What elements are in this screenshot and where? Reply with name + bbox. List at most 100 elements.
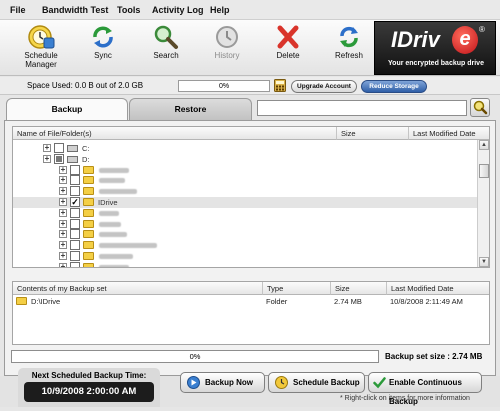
tree-checkbox[interactable] — [54, 153, 64, 164]
sync-icon — [93, 26, 113, 48]
tree-row[interactable]: + — [13, 186, 478, 197]
calculator-icon[interactable] — [274, 79, 286, 92]
tree-checkbox[interactable] — [70, 240, 80, 251]
drive-icon — [67, 155, 78, 163]
space-used-percent: 0% — [218, 83, 230, 90]
scroll-thumb[interactable] — [479, 164, 489, 178]
menu-bar: File Bandwidth Test Tools Activity Log H… — [0, 0, 500, 20]
reduce-storage-button[interactable]: Reduce Storage — [361, 80, 427, 93]
space-used-bar: Space Used: 0.0 B out of 2.0 GB 0% Upgra… — [0, 77, 500, 95]
next-schedule-title: Next Scheduled Backup Time: — [31, 371, 147, 380]
scroll-up-arrow-icon[interactable]: ▲ — [479, 140, 489, 150]
expand-toggle-icon[interactable]: + — [59, 176, 67, 185]
tree-row[interactable]: + C: — [13, 143, 478, 154]
column-header-size[interactable]: Size — [337, 127, 409, 140]
folder-icon — [83, 219, 94, 228]
backup-set-list: Contents of my Backup set Type Size Last… — [12, 281, 490, 345]
expand-toggle-icon[interactable]: + — [59, 252, 67, 260]
checkmark-icon — [373, 377, 386, 389]
schedule-backup-label: Schedule Backup — [293, 378, 360, 387]
tree-scrollbar[interactable]: ▲ ▼ — [477, 140, 489, 267]
tree-row[interactable]: + — [13, 218, 478, 230]
expand-toggle-icon[interactable]: + — [59, 187, 67, 196]
schedule-manager-button[interactable]: Schedule Manager — [13, 24, 69, 74]
backup-set-size: Backup set size : 2.74 MB — [385, 352, 483, 361]
tree-checkbox[interactable] — [70, 229, 80, 240]
clock-icon — [275, 376, 288, 389]
backup-now-button[interactable]: Backup Now — [180, 372, 265, 393]
menu-bandwidth-test[interactable]: Bandwidth Test — [42, 5, 108, 15]
expand-toggle-icon[interactable]: + — [43, 144, 51, 152]
redacted-folder-name — [99, 232, 127, 238]
logo-e-mark: e — [452, 26, 478, 54]
upgrade-account-button[interactable]: Upgrade Account — [291, 80, 357, 93]
tree-row[interactable]: + D: — [13, 153, 478, 165]
tree-row[interactable]: + ✓ IDrive — [13, 197, 478, 208]
tree-checkbox[interactable] — [70, 261, 80, 267]
expand-toggle-icon[interactable]: + — [59, 198, 67, 206]
search-go-button[interactable] — [470, 98, 490, 117]
schedule-backup-button[interactable]: Schedule Backup — [268, 372, 365, 393]
enable-continuous-backup-button[interactable]: Enable Continuous Backup — [368, 372, 482, 406]
search-input[interactable] — [257, 100, 467, 116]
tree-checkbox[interactable] — [70, 218, 80, 229]
delete-button[interactable]: Delete — [260, 24, 316, 74]
tree-row[interactable]: + — [13, 229, 478, 240]
expand-toggle-icon[interactable]: + — [59, 208, 67, 217]
tab-restore[interactable]: Restore — [129, 98, 252, 120]
column-header-modified[interactable]: Last Modified Date — [387, 282, 489, 295]
search-icon — [154, 25, 178, 49]
menu-file[interactable]: File — [10, 5, 26, 15]
scroll-down-arrow-icon[interactable]: ▼ — [479, 257, 489, 267]
column-header-name[interactable]: Name of File/Folder(s) — [13, 127, 337, 140]
expand-toggle-icon[interactable]: + — [59, 219, 67, 228]
column-header-type[interactable]: Type — [263, 282, 331, 295]
tree-checkbox[interactable] — [70, 175, 80, 186]
tree-checkbox[interactable] — [70, 186, 80, 197]
expand-toggle-icon[interactable]: + — [59, 165, 67, 174]
column-header-contents[interactable]: Contents of my Backup set — [13, 282, 263, 295]
refresh-label: Refresh — [334, 51, 363, 60]
tab-backup[interactable]: Backup — [6, 98, 128, 120]
logo-tagline: Your encrypted backup drive — [388, 60, 484, 67]
folder-icon — [83, 241, 94, 250]
redacted-folder-name — [99, 178, 125, 184]
folder-icon — [83, 262, 94, 267]
expand-toggle-icon[interactable]: + — [59, 241, 67, 250]
space-used-label: Space Used: 0.0 B out of 2.0 GB — [27, 81, 144, 90]
tree-row[interactable]: + — [13, 175, 478, 186]
tree-row[interactable]: + — [13, 240, 478, 251]
tree-checkbox[interactable] — [54, 143, 64, 153]
history-button[interactable]: History — [199, 24, 255, 74]
menu-help[interactable]: Help — [210, 5, 230, 15]
delete-label: Delete — [276, 51, 300, 60]
menu-activity-log[interactable]: Activity Log — [152, 5, 204, 15]
next-schedule-panel: Next Scheduled Backup Time: 10/9/2008 2:… — [18, 368, 160, 407]
refresh-icon — [340, 26, 358, 48]
tree-row[interactable]: + — [13, 261, 478, 267]
logo-registered-mark: ® — [479, 25, 485, 34]
expand-toggle-icon[interactable]: + — [59, 230, 67, 239]
backup-progress-bar: 0% — [11, 350, 379, 363]
expand-toggle-icon[interactable]: + — [43, 154, 51, 163]
tree-row[interactable]: + — [13, 251, 478, 262]
tree-row[interactable]: + — [13, 164, 478, 176]
sync-button[interactable]: Sync — [75, 24, 131, 74]
tree-checkbox[interactable]: ✓ — [70, 197, 80, 207]
row-modified: 10/8/2008 2:11:49 AM — [390, 297, 463, 306]
menu-tools[interactable]: Tools — [117, 5, 140, 15]
search-label: Search — [153, 51, 179, 60]
expand-toggle-icon[interactable]: + — [59, 262, 67, 267]
schedule-icon — [28, 25, 55, 49]
column-header-size[interactable]: Size — [331, 282, 387, 295]
search-button[interactable]: Search — [138, 24, 194, 74]
history-icon — [216, 26, 238, 48]
tree-checkbox[interactable] — [70, 164, 80, 175]
folder-icon — [83, 198, 94, 206]
refresh-button[interactable]: Refresh — [321, 24, 377, 74]
column-header-modified[interactable]: Last Modified Date — [409, 127, 489, 140]
tree-checkbox[interactable] — [70, 207, 80, 218]
tree-checkbox[interactable] — [70, 251, 80, 261]
tree-row[interactable]: + — [13, 207, 478, 219]
tree-item-label: C: — [82, 144, 90, 153]
